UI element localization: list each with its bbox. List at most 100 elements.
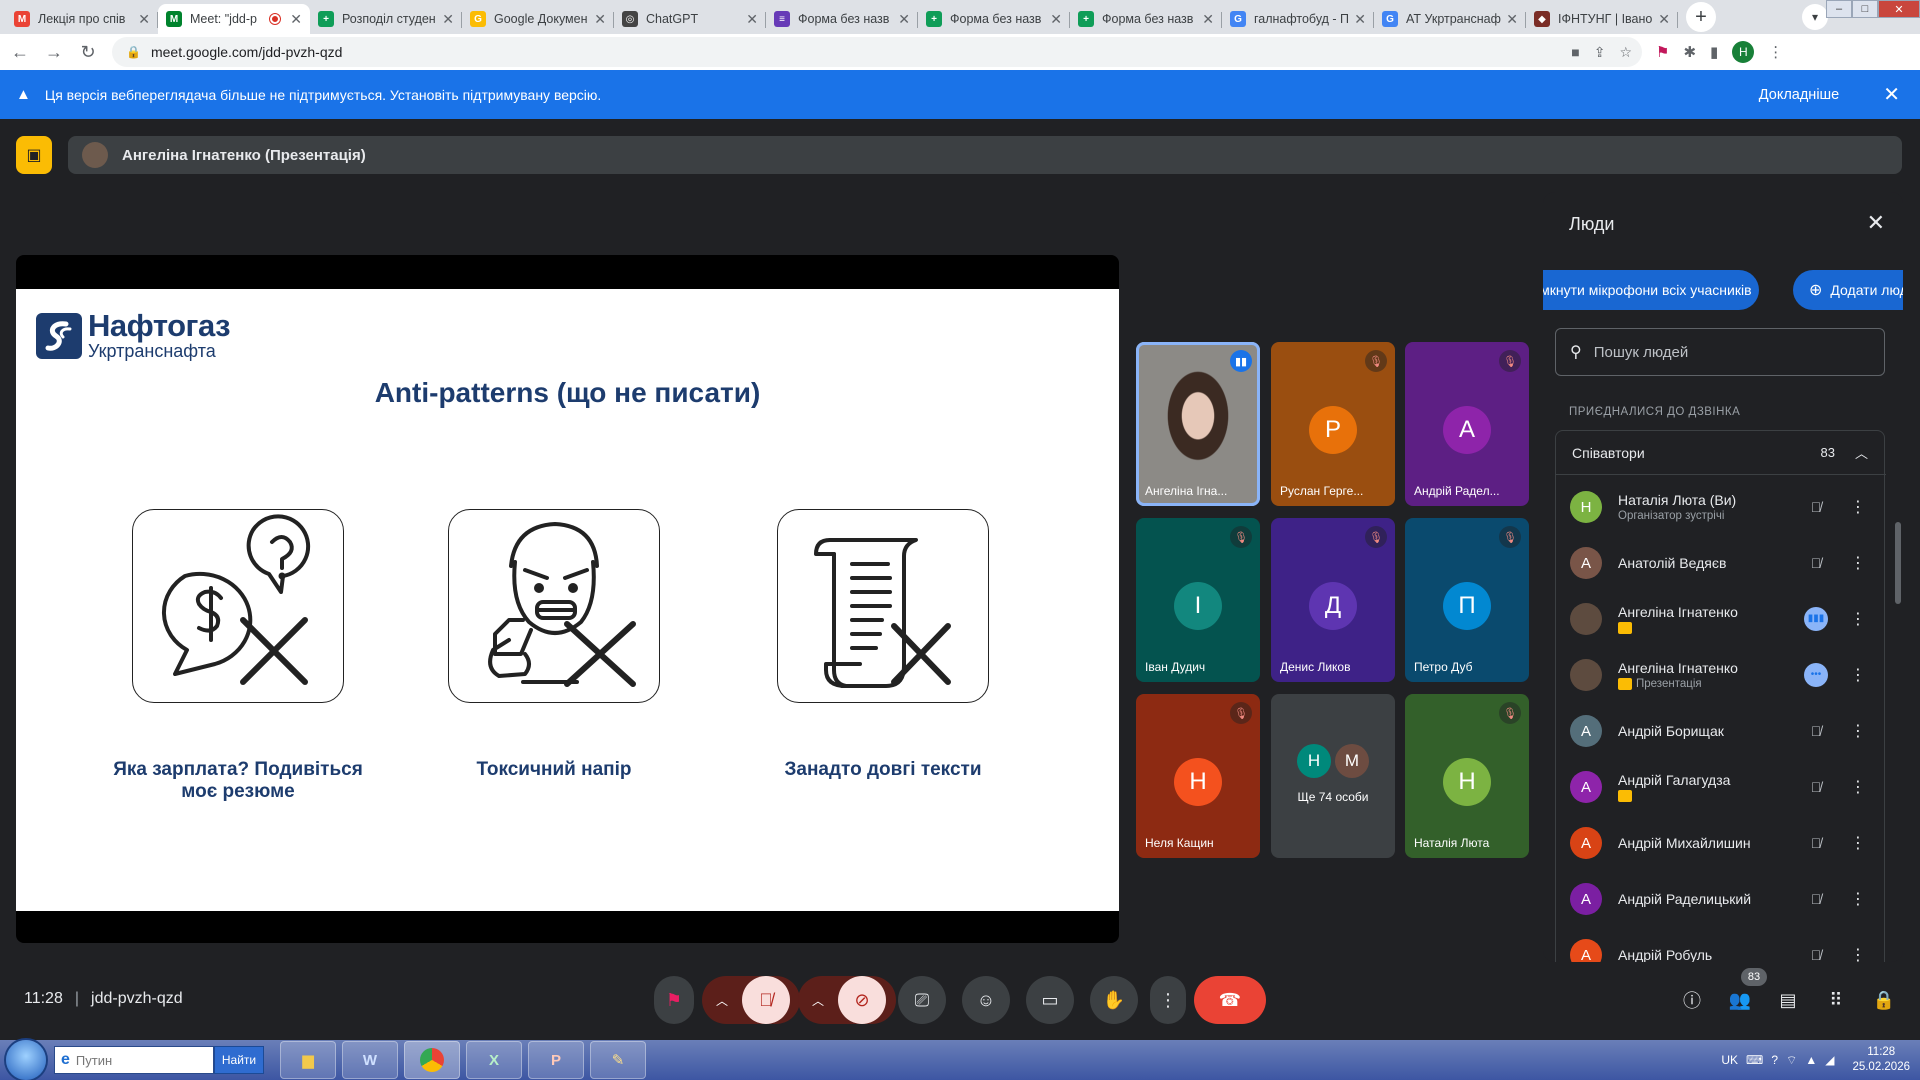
lock-icon[interactable]: 🔒 bbox=[126, 45, 141, 59]
camera-options-chevron-icon[interactable]: ︿ bbox=[812, 992, 824, 1009]
back-icon[interactable]: ← bbox=[6, 38, 34, 66]
address-bar[interactable]: 🔒 meet.google.com/jdd-pvzh-qzd ■ ⇪ ☆ bbox=[112, 37, 1642, 67]
camera-in-use-icon[interactable]: ■ bbox=[1571, 44, 1579, 61]
browser-tab[interactable]: G АТ Укртранснаф ✕ bbox=[1374, 4, 1526, 34]
keyboard-icon[interactable]: ⌨ bbox=[1746, 1053, 1763, 1067]
tab-close-icon[interactable]: ✕ bbox=[1050, 11, 1062, 28]
new-tab-button[interactable]: + bbox=[1686, 2, 1716, 32]
people-icon[interactable]: 👥 bbox=[1726, 986, 1754, 1014]
presentation-icon[interactable]: ▣ bbox=[16, 136, 52, 174]
reload-icon[interactable]: ↻ bbox=[74, 38, 102, 66]
person-row[interactable]: Н Наталія Люта (Ви) Організатор зустрічі 🎙̸… bbox=[1556, 479, 1886, 535]
present-screen-button[interactable]: ⎚ bbox=[898, 976, 946, 1024]
person-menu-icon[interactable]: ⋮ bbox=[1848, 553, 1868, 573]
person-menu-icon[interactable]: ⋮ bbox=[1848, 497, 1868, 517]
tab-search-icon[interactable]: ▾ bbox=[1802, 4, 1828, 30]
person-menu-icon[interactable]: ⋮ bbox=[1848, 609, 1868, 629]
search-people-field[interactable]: ⚲ bbox=[1555, 328, 1885, 376]
more-participants-tile[interactable]: Н М Ще 74 особи bbox=[1271, 694, 1395, 858]
browser-tab[interactable]: ◆ ІФНТУНГ | Івано ✕ bbox=[1526, 4, 1678, 34]
participant-tile[interactable]: П 🎙 Петро Дуб bbox=[1405, 518, 1529, 682]
search-people-input[interactable] bbox=[1593, 343, 1834, 361]
person-row[interactable]: Ангеліна Ігнатенко ▮▮▮ ⋮ bbox=[1556, 591, 1886, 647]
minimize-icon[interactable]: – bbox=[1826, 0, 1852, 18]
tab-close-icon[interactable]: ✕ bbox=[594, 11, 606, 28]
browser-tab[interactable]: + Розподіл студен ✕ bbox=[310, 4, 462, 34]
taskbar-search-field[interactable]: e Путин bbox=[54, 1046, 214, 1074]
raise-hand-button[interactable]: ✋ bbox=[1090, 976, 1138, 1024]
participant-tile[interactable]: ▮▮ Ангеліна Ігна... bbox=[1136, 342, 1260, 506]
person-row[interactable]: А Анатолій Ведяєв 🎙̸ ⋮ bbox=[1556, 535, 1886, 591]
participant-tile[interactable]: Н 🎙 Неля Кащин bbox=[1136, 694, 1260, 858]
tray-clock[interactable]: 11:28 25.02.2026 bbox=[1852, 1045, 1910, 1075]
mic-muted-icon[interactable]: 🎙̸ bbox=[1804, 555, 1828, 571]
forward-icon[interactable]: → bbox=[40, 38, 68, 66]
participant-tile[interactable]: І 🎙 Іван Дудич bbox=[1136, 518, 1260, 682]
file-explorer-icon[interactable]: ▆ bbox=[280, 1041, 336, 1079]
tab-close-icon[interactable]: ✕ bbox=[138, 11, 150, 28]
participant-tile[interactable]: Р 🎙 Руслан Герге... bbox=[1271, 342, 1395, 506]
participant-tile[interactable]: Н 🎙 Наталія Люта bbox=[1405, 694, 1529, 858]
start-button[interactable] bbox=[6, 1040, 46, 1080]
bookmark-star-icon[interactable]: ☆ bbox=[1619, 44, 1632, 61]
tab-close-icon[interactable]: ✕ bbox=[898, 11, 910, 28]
chrome-icon[interactable] bbox=[404, 1041, 460, 1079]
tab-close-icon[interactable]: ✕ bbox=[1506, 11, 1518, 28]
person-menu-icon[interactable]: ⋮ bbox=[1848, 665, 1868, 685]
person-menu-icon[interactable]: ⋮ bbox=[1848, 889, 1868, 909]
excel-icon[interactable]: X bbox=[466, 1041, 522, 1079]
browser-tab[interactable]: M Meet: "jdd-p ✕ bbox=[158, 4, 310, 34]
mic-muted-icon[interactable]: 🎙̸ bbox=[1804, 779, 1828, 795]
person-menu-icon[interactable]: ⋮ bbox=[1848, 721, 1868, 741]
person-menu-icon[interactable]: ⋮ bbox=[1848, 945, 1868, 962]
tab-close-icon[interactable]: ✕ bbox=[746, 11, 758, 28]
mute-all-button[interactable]: Вимкнути мікрофони всіх учасників bbox=[1543, 270, 1759, 310]
network-icon[interactable]: ⌔ bbox=[1786, 1053, 1797, 1068]
tray-expand-icon[interactable]: ▲ bbox=[1805, 1053, 1817, 1067]
mic-muted-icon[interactable]: 🎙̸ bbox=[1804, 891, 1828, 907]
share-icon[interactable]: ⇪ bbox=[1594, 44, 1606, 61]
camera-off-button[interactable]: ⊘ bbox=[838, 976, 886, 1024]
more-options-button[interactable]: ⋮ bbox=[1150, 976, 1186, 1024]
speaking-indicator-icon[interactable]: ▮▮▮ bbox=[1804, 607, 1828, 631]
person-row[interactable]: А Андрій Михайлишин 🎙̸ ⋮ bbox=[1556, 815, 1886, 871]
browser-tab[interactable]: ◎ ChatGPT ✕ bbox=[614, 4, 766, 34]
volume-icon[interactable]: ◢ bbox=[1825, 1053, 1834, 1067]
person-menu-icon[interactable]: ⋮ bbox=[1848, 777, 1868, 797]
tab-close-icon[interactable]: ✕ bbox=[1202, 11, 1214, 28]
person-menu-icon[interactable]: ⋮ bbox=[1848, 833, 1868, 853]
word-icon[interactable]: W bbox=[342, 1041, 398, 1079]
chevron-up-icon[interactable]: ︿ bbox=[1855, 443, 1868, 462]
taskbar-search-button[interactable]: Найти bbox=[214, 1046, 264, 1074]
leave-call-button[interactable]: ☎ bbox=[1194, 976, 1266, 1024]
person-row[interactable]: А Андрій Робуль 🎙̸ ⋮ bbox=[1556, 927, 1886, 962]
person-row[interactable]: А Андрій Галагудза 🎙̸ ⋮ bbox=[1556, 759, 1886, 815]
mic-muted-icon[interactable]: 🎙̸ bbox=[1804, 499, 1828, 515]
mic-options-chevron-icon[interactable]: ︿ bbox=[716, 992, 728, 1009]
profile-avatar[interactable]: Н bbox=[1732, 41, 1755, 63]
people-scrollbar[interactable] bbox=[1895, 522, 1901, 604]
tab-close-icon[interactable]: ✕ bbox=[290, 11, 302, 28]
browser-tab[interactable]: + Форма без назв ✕ bbox=[918, 4, 1070, 34]
mic-muted-icon[interactable]: 🎙̸ bbox=[1804, 835, 1828, 851]
banner-learn-more-link[interactable]: Докладніше bbox=[1759, 87, 1839, 103]
emoji-reactions-button[interactable]: ☺ bbox=[962, 976, 1010, 1024]
browser-tab[interactable]: ≡ Форма без назв ✕ bbox=[766, 4, 918, 34]
browser-tab[interactable]: M Лекція про спів ✕ bbox=[6, 4, 158, 34]
person-row[interactable]: А Андрій Борищак 🎙̸ ⋮ bbox=[1556, 703, 1886, 759]
extensions-puzzle-icon[interactable]: ✱ bbox=[1683, 43, 1696, 61]
browser-tab[interactable]: Gгалнафтобуд - П ✕ bbox=[1222, 4, 1374, 34]
chat-icon[interactable]: ▤ bbox=[1774, 986, 1802, 1014]
participant-tile[interactable]: Д 🎙 Денис Ликов bbox=[1271, 518, 1395, 682]
language-indicator[interactable]: UK bbox=[1721, 1053, 1738, 1067]
microphone-off-button[interactable]: 🎙̸ bbox=[742, 976, 790, 1024]
side-panel-icon[interactable]: ▮ bbox=[1710, 43, 1718, 61]
mic-muted-icon[interactable]: 🎙̸ bbox=[1804, 723, 1828, 739]
maximize-icon[interactable]: □ bbox=[1852, 0, 1878, 18]
help-icon[interactable]: ? bbox=[1771, 1053, 1778, 1067]
meeting-details-icon[interactable]: ⓘ bbox=[1678, 986, 1706, 1014]
window-close-icon[interactable]: ✕ bbox=[1878, 0, 1920, 18]
person-row[interactable]: Ангеліна Ігнатенко Презентація ••• ⋮ bbox=[1556, 647, 1886, 703]
captions-button[interactable]: ▭ bbox=[1026, 976, 1074, 1024]
person-row[interactable]: А Андрій Раделицький 🎙̸ ⋮ bbox=[1556, 871, 1886, 927]
